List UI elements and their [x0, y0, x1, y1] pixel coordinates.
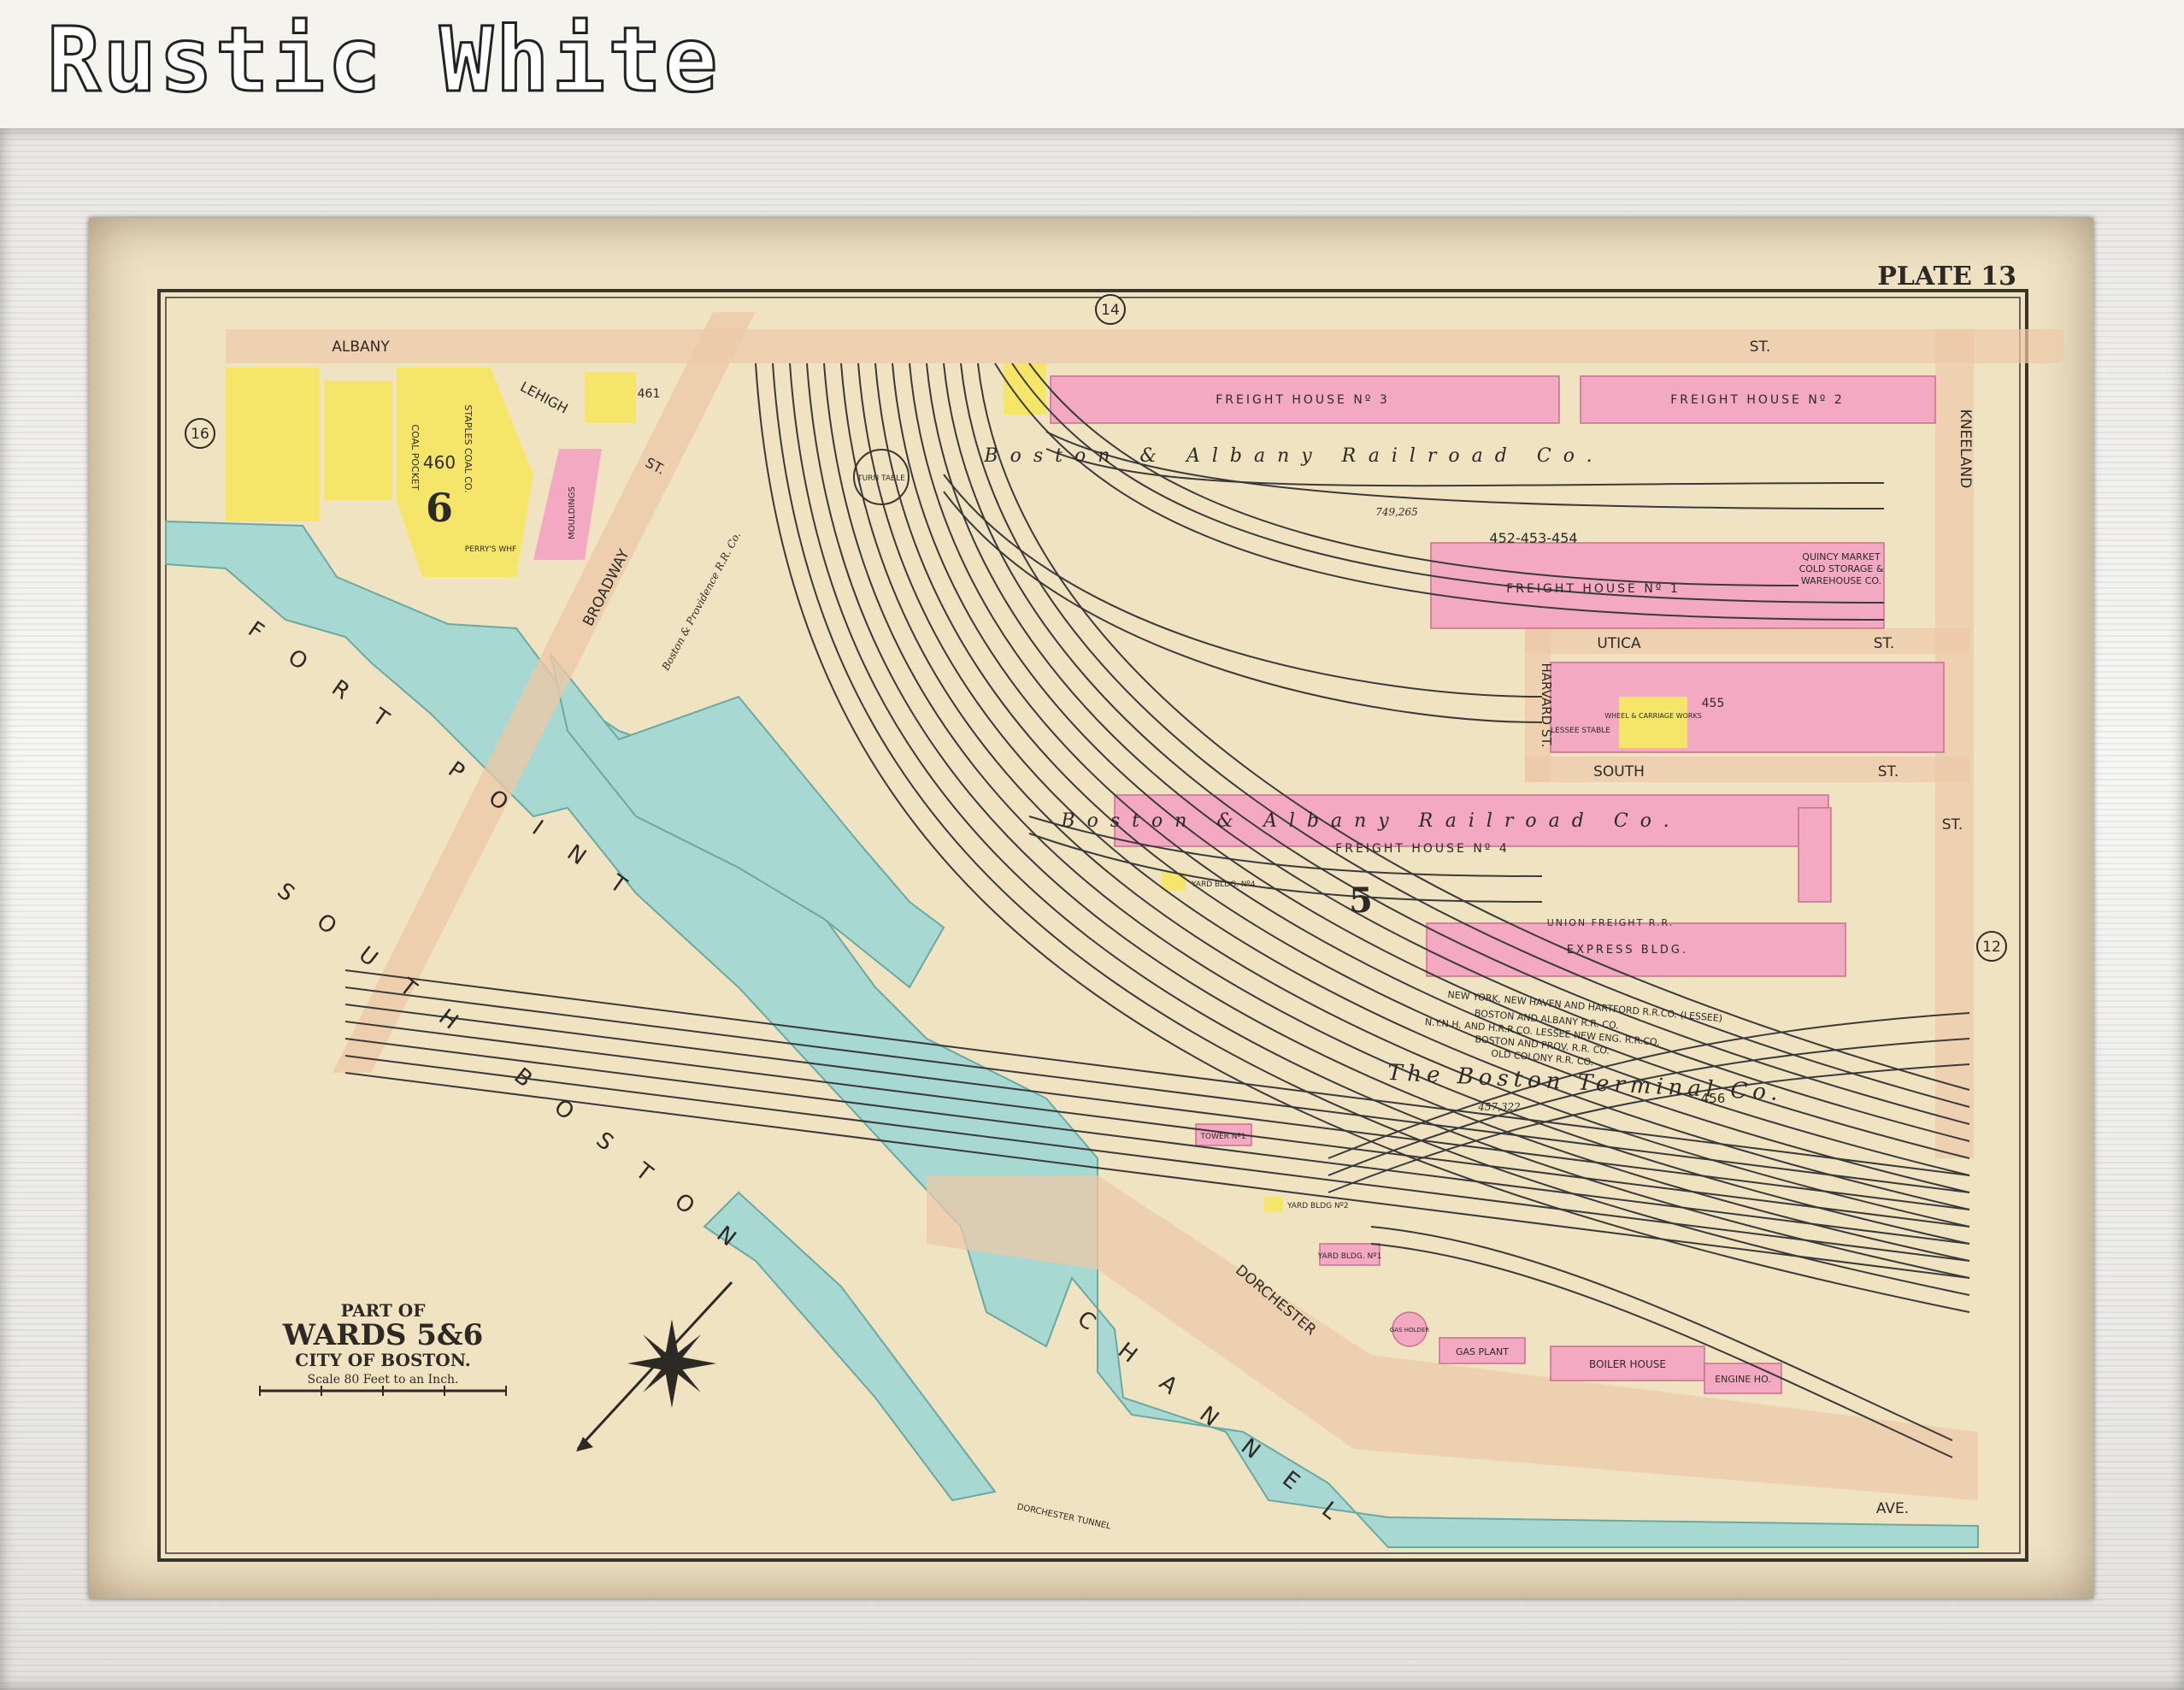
title-wards: WARDS 5&6	[282, 1318, 484, 1352]
header-bar: Rustic White	[0, 0, 2184, 128]
south-street	[1525, 757, 1969, 782]
plate-number: PLATE 13	[1877, 262, 2016, 291]
label-mouldings: MOULDINGS	[568, 486, 577, 539]
label-lessee-stable: LESSEE STABLE	[1551, 727, 1610, 735]
label-express-bldg: EXPRESS BLDG.	[1567, 944, 1688, 957]
albany-street	[226, 329, 2063, 363]
label-gas-holder: GAS HOLDER	[1390, 1327, 1429, 1334]
label-area-2: 457,322	[1477, 1101, 1521, 1113]
label-utica-st: ST.	[1874, 635, 1895, 652]
label-engine-ho: ENGINE HO.	[1715, 1374, 1771, 1385]
lot-albany-2	[324, 380, 392, 500]
label-gas-plant: GAS PLANT	[1456, 1346, 1509, 1357]
map-canvas: PLATE 13 14 16 12 ALBANY ST. LEHIGH ST. …	[157, 262, 2063, 1562]
label-freight-house-4: FREIGHT HOUSE Nº 4	[1335, 842, 1510, 856]
label-lot-461: 461	[638, 387, 661, 401]
label-freight-house-1: FREIGHT HOUSE Nº 1	[1506, 582, 1681, 596]
label-utica: UTICA	[1597, 635, 1641, 652]
label-tower: TOWER Nº1	[1200, 1133, 1246, 1141]
label-quincy-1: QUINCY MARKET	[1802, 551, 1881, 562]
label-boiler-house: BOILER HOUSE	[1589, 1358, 1666, 1370]
label-albany-st: ST.	[1750, 339, 1771, 356]
label-wheel-works: WHEEL & CARRIAGE WORKS	[1604, 712, 1702, 720]
label-ave: AVE.	[1876, 1500, 1909, 1517]
lot-small-1	[585, 372, 636, 423]
plate-ref-left: 16	[191, 426, 209, 443]
title-city: CITY OF BOSTON.	[295, 1350, 470, 1370]
label-albany: ALBANY	[332, 339, 390, 356]
yard-building-2	[1264, 1197, 1283, 1212]
label-kneeland-st: ST.	[1942, 816, 1963, 833]
label-quincy-2: COLD STORAGE &	[1799, 563, 1884, 574]
label-lot-452-454: 452-453-454	[1489, 530, 1577, 546]
label-union-freight: UNION FREIGHT R.R.	[1547, 917, 1675, 928]
plate-ref-top: 14	[1101, 302, 1120, 319]
label-area-1: 749,265	[1375, 506, 1418, 518]
label-lot-460: 460	[423, 452, 456, 473]
label-yard-bldg-2: YARD BLDG Nº2	[1286, 1202, 1349, 1210]
map-print: PLATE 13 14 16 12 ALBANY ST. LEHIGH ST. …	[89, 218, 2093, 1599]
label-boston-albany-top: Boston & Albany Railroad Co.	[983, 445, 1604, 467]
label-staples-coal: STAPLES COAL CO.	[462, 404, 474, 492]
label-lot-455: 455	[1702, 697, 1725, 710]
label-boston-albany-mid: Boston & Albany Railroad Co.	[1060, 810, 1681, 832]
lot-albany-1	[226, 368, 320, 521]
label-yard-bldg-1: YARD BLDG. Nº1	[1317, 1252, 1382, 1261]
freight-house-4-wing	[1798, 807, 1832, 903]
wheel-carriage-works	[1619, 697, 1687, 748]
label-yard-bldg-4: YARD BLDG. Nº4	[1191, 880, 1256, 889]
title-scale: Scale 80 Feet to an Inch.	[307, 1373, 458, 1387]
plate-ref-right: 12	[1982, 939, 2001, 956]
label-kneeland: KNEELAND	[1957, 409, 1974, 489]
utica-street	[1525, 628, 1969, 654]
product-title: Rustic White	[45, 8, 721, 112]
label-quincy-3: WAREHOUSE CO.	[1801, 575, 1881, 586]
label-coal-pocket: COAL POCKET	[409, 424, 421, 490]
label-south-st: ST.	[1878, 763, 1899, 780]
label-perrys-wharf: PERRY'S WHF	[465, 545, 516, 554]
ward-6-number: 6	[426, 485, 453, 531]
label-turn-table: TURN TABLE	[857, 474, 905, 483]
label-south: SOUTH	[1593, 763, 1645, 780]
label-freight-house-2: FREIGHT HOUSE Nº 2	[1670, 393, 1845, 407]
utica-block	[1550, 662, 1945, 753]
label-freight-house-3: FREIGHT HOUSE Nº 3	[1216, 393, 1390, 407]
ward-5-number: 5	[1349, 880, 1373, 921]
